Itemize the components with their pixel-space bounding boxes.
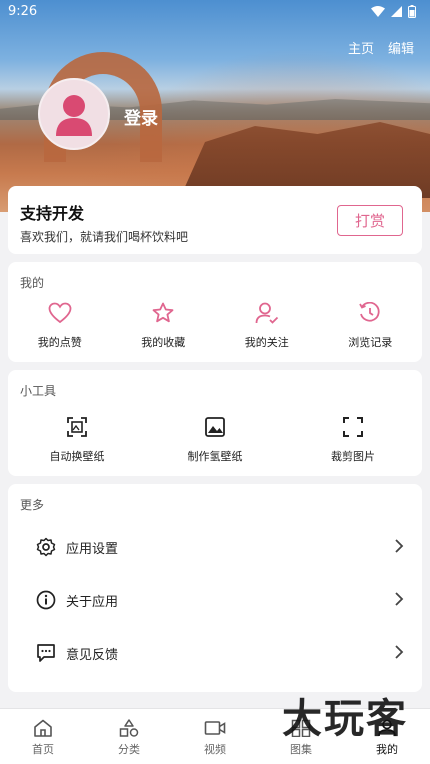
login-link[interactable]: 登录 bbox=[124, 104, 158, 129]
more-section-label: 更多 bbox=[20, 498, 45, 512]
user-icon bbox=[56, 95, 92, 136]
tab-category-label: 分类 bbox=[118, 743, 140, 756]
watermark: 大玩客 bbox=[282, 696, 408, 742]
auto-wallpaper-icon bbox=[67, 417, 87, 437]
category-icon bbox=[119, 719, 139, 737]
tools-section-label: 小工具 bbox=[20, 384, 57, 398]
feedback-icon bbox=[36, 643, 56, 663]
tab-video[interactable]: 视频 bbox=[172, 709, 258, 764]
make-wallpaper-item[interactable]: 制作氢壁纸 bbox=[146, 416, 284, 464]
chevron-right-icon bbox=[394, 538, 404, 558]
app-settings-row[interactable]: 应用设置 bbox=[8, 522, 422, 572]
info-icon bbox=[36, 590, 56, 610]
app-settings-label: 应用设置 bbox=[66, 541, 119, 557]
my-favorites-item[interactable]: 我的收藏 bbox=[112, 302, 216, 350]
wifi-icon bbox=[371, 6, 385, 21]
top-nav: 主页 编辑 bbox=[348, 38, 414, 57]
avatar[interactable] bbox=[38, 78, 110, 150]
my-favorites-label: 我的收藏 bbox=[141, 336, 186, 349]
auto-wallpaper-label: 自动换壁纸 bbox=[49, 450, 105, 463]
crop-icon bbox=[343, 417, 363, 437]
status-bar: 9:26 bbox=[0, 0, 430, 24]
user-check-icon bbox=[255, 302, 278, 324]
mine-card: 我的 我的点赞 我的收藏 我的关注 浏览记录 bbox=[8, 262, 422, 362]
my-likes-label: 我的点赞 bbox=[37, 336, 82, 349]
support-subtitle: 喜欢我们，就请我们喝杯饮料吧 bbox=[20, 230, 189, 244]
mine-section-label: 我的 bbox=[20, 276, 45, 290]
battery-icon bbox=[408, 5, 416, 22]
home-link[interactable]: 主页 bbox=[348, 38, 374, 57]
tab-category[interactable]: 分类 bbox=[86, 709, 172, 764]
support-card: 支持开发 喜欢我们，就请我们喝杯饮料吧 打赏 bbox=[8, 186, 422, 254]
my-follows-label: 我的关注 bbox=[244, 336, 289, 349]
star-icon bbox=[152, 302, 174, 323]
tab-video-label: 视频 bbox=[204, 743, 226, 756]
heart-icon bbox=[48, 302, 72, 324]
status-time: 9:26 bbox=[8, 4, 38, 19]
reward-button[interactable]: 打赏 bbox=[337, 205, 403, 236]
auto-wallpaper-item[interactable]: 自动换壁纸 bbox=[8, 416, 146, 464]
browse-history-label: 浏览记录 bbox=[348, 336, 393, 349]
feedback-row[interactable]: 意见反馈 bbox=[8, 628, 422, 678]
image-icon bbox=[205, 417, 225, 437]
video-icon bbox=[204, 721, 226, 735]
tools-card: 小工具 自动换壁纸 制作氢壁纸 裁剪图片 bbox=[8, 370, 422, 476]
browse-history-item[interactable]: 浏览记录 bbox=[319, 302, 423, 350]
gear-icon bbox=[36, 537, 56, 557]
make-wallpaper-label: 制作氢壁纸 bbox=[187, 450, 243, 463]
crop-image-label: 裁剪图片 bbox=[331, 450, 375, 463]
crop-image-item[interactable]: 裁剪图片 bbox=[284, 416, 422, 464]
tab-home-label: 首页 bbox=[32, 743, 54, 756]
chevron-right-icon bbox=[394, 644, 404, 664]
about-app-row[interactable]: 关于应用 bbox=[8, 575, 422, 625]
edit-link[interactable]: 编辑 bbox=[388, 38, 414, 57]
tab-home[interactable]: 首页 bbox=[0, 709, 86, 764]
feedback-label: 意见反馈 bbox=[66, 647, 119, 663]
more-card: 更多 应用设置 关于应用 意见反馈 bbox=[8, 484, 422, 692]
chevron-right-icon bbox=[394, 591, 404, 611]
signal-icon bbox=[391, 6, 402, 21]
status-icons bbox=[371, 5, 416, 22]
home-icon bbox=[34, 719, 52, 737]
my-likes-item[interactable]: 我的点赞 bbox=[8, 302, 112, 350]
my-follows-item[interactable]: 我的关注 bbox=[215, 302, 319, 350]
support-title: 支持开发 bbox=[20, 204, 85, 223]
history-icon bbox=[359, 302, 380, 322]
about-app-label: 关于应用 bbox=[66, 594, 119, 610]
